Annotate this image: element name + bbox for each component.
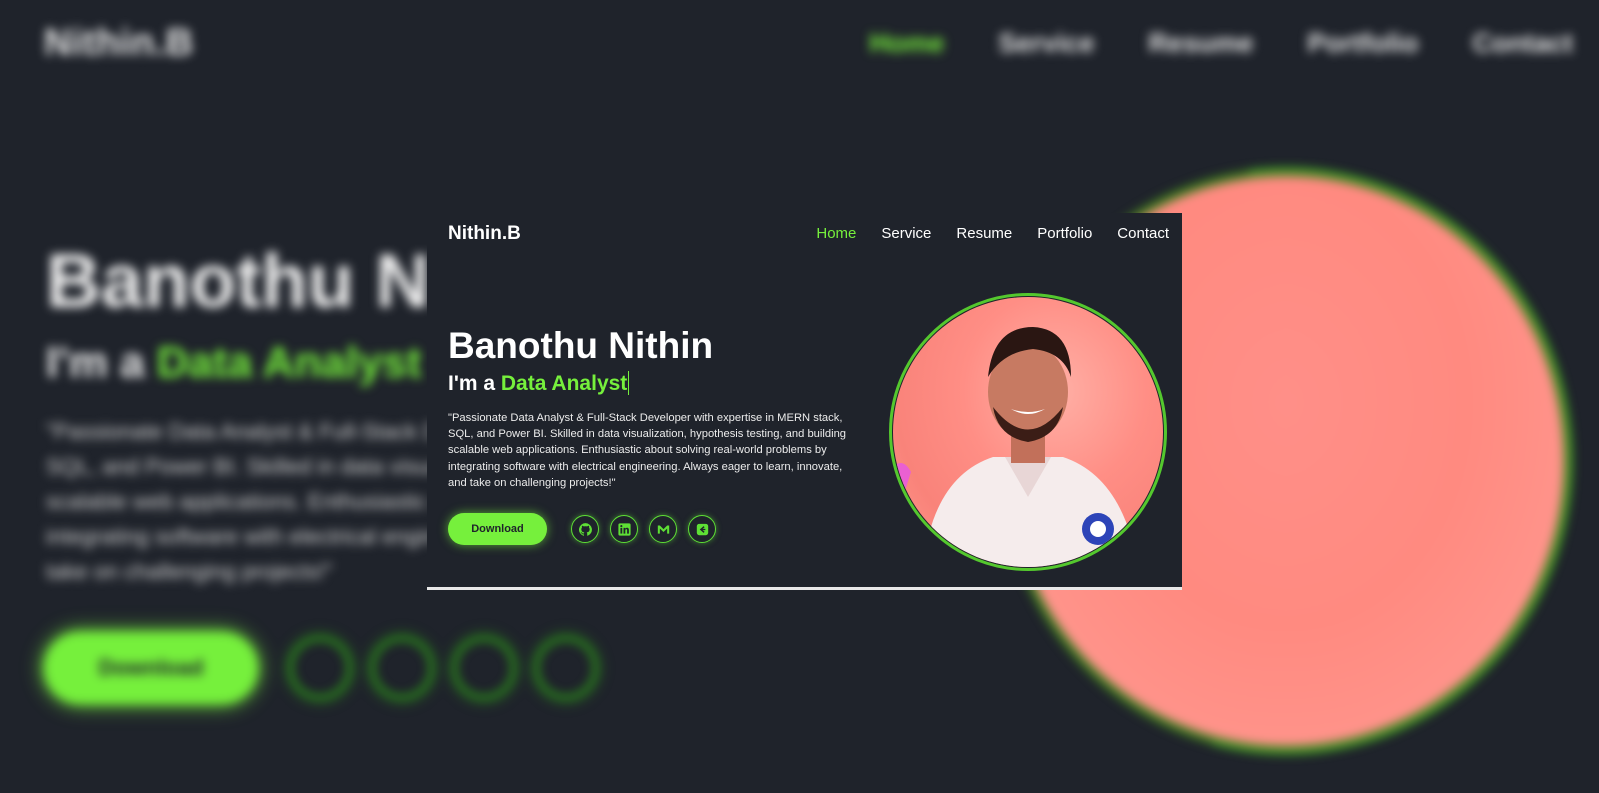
- nav-portfolio[interactable]: Portfolio: [1037, 225, 1092, 242]
- typing-caret: [628, 371, 630, 395]
- bg-role-highlight: Data Analyst: [156, 338, 422, 387]
- linkedin-link[interactable]: [610, 515, 638, 543]
- bg-nav-resume: Resume: [1148, 28, 1254, 58]
- github-link[interactable]: [571, 515, 599, 543]
- bg-nav-service: Service: [998, 28, 1095, 58]
- bg-nav-portfolio: Portfolio: [1307, 28, 1419, 58]
- bg-logo: Nithin.B: [44, 22, 194, 64]
- main-nav: Home Service Resume Portfolio Contact: [816, 225, 1169, 242]
- hero-role: I'm a Data Analyst: [448, 371, 630, 396]
- leetcode-icon: [696, 523, 708, 535]
- leetcode-link[interactable]: [688, 515, 716, 543]
- hero-bio: "Passionate Data Analyst & Full-Stack De…: [448, 412, 847, 489]
- bg-download-button: Download: [44, 632, 258, 704]
- gmail-icon: [657, 524, 669, 534]
- download-button[interactable]: Download: [448, 513, 547, 545]
- github-icon: [578, 522, 592, 536]
- bg-linkedin-icon: [372, 638, 432, 698]
- site-logo[interactable]: Nithin.B: [448, 223, 521, 245]
- nav-home[interactable]: Home: [816, 225, 856, 242]
- role-prefix: I'm a: [448, 372, 501, 395]
- profile-photo: [889, 293, 1167, 571]
- bg-role-prefix: I'm a: [46, 338, 157, 387]
- bg-leetcode-icon: [536, 638, 596, 698]
- bg-nav: Home Service Resume Portfolio Contact: [869, 28, 1573, 59]
- nav-resume[interactable]: Resume: [956, 225, 1012, 242]
- bg-nav-contact: Contact: [1472, 28, 1574, 58]
- nav-contact[interactable]: Contact: [1117, 225, 1169, 242]
- hero-name: Banothu Nithin: [448, 325, 714, 366]
- website-preview: Nithin.B Home Service Resume Portfolio C…: [427, 213, 1182, 590]
- linkedin-icon: [617, 522, 631, 536]
- bg-nav-home: Home: [869, 28, 945, 58]
- nav-service[interactable]: Service: [881, 225, 931, 242]
- gmail-link[interactable]: [649, 515, 677, 543]
- profile-photo-ring: [889, 293, 1167, 571]
- bg-gmail-icon: [454, 638, 514, 698]
- role-highlight: Data Analyst: [500, 372, 628, 395]
- bg-hero-role: I'm a Data Analyst: [46, 338, 422, 388]
- bg-github-icon: [290, 638, 350, 698]
